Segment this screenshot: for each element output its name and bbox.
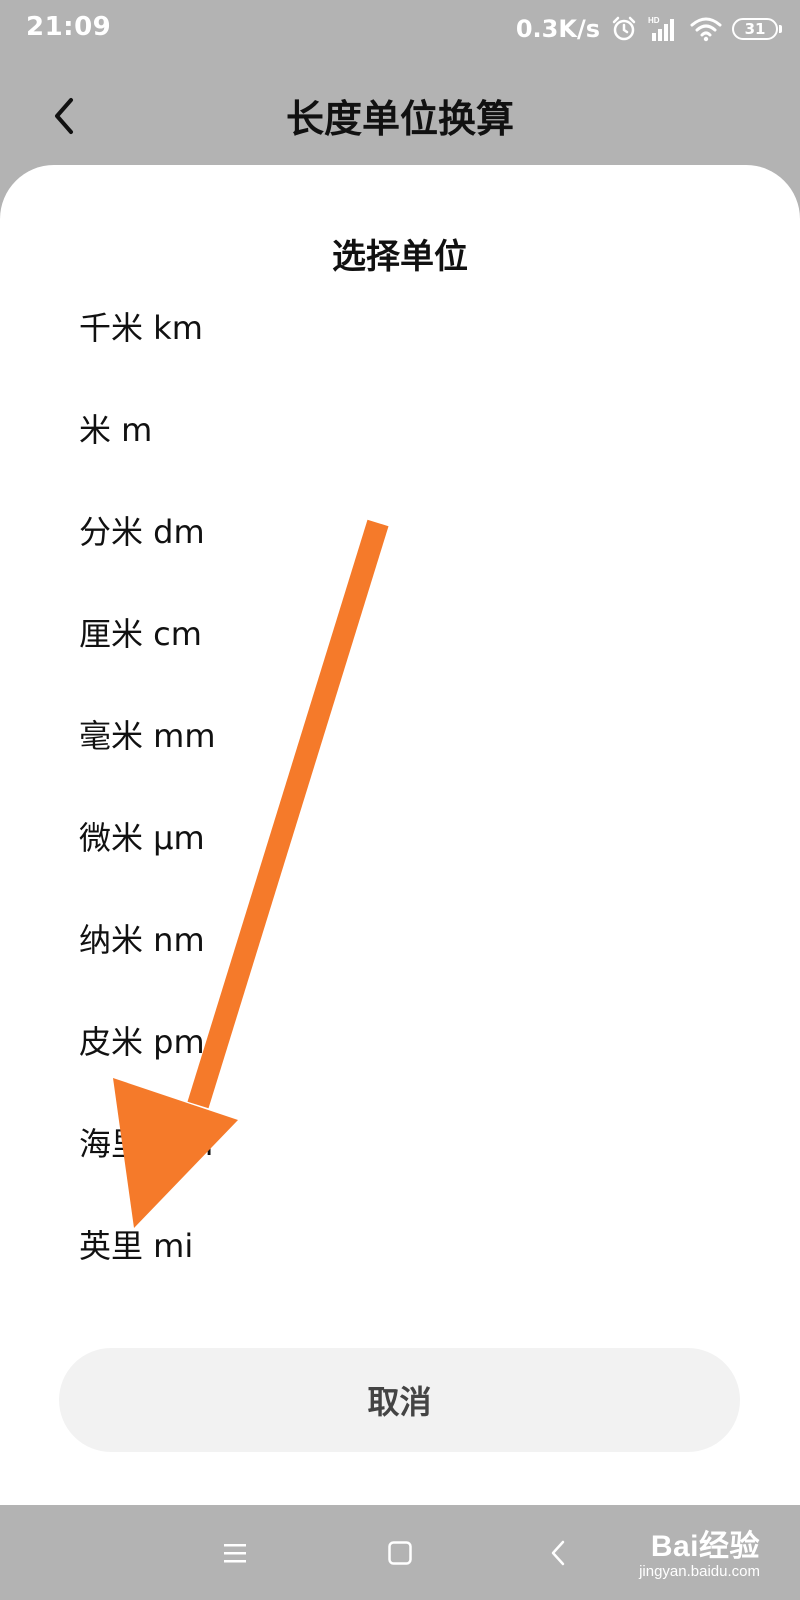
wifi-icon (690, 16, 722, 42)
app-header: 长度单位换算 (0, 68, 800, 164)
battery-level: 31 (744, 20, 766, 38)
unit-item-cm[interactable]: 厘米 cm (0, 581, 800, 683)
hd-label: HD (648, 16, 660, 25)
cancel-button[interactable]: 取消 (59, 1348, 740, 1452)
network-speed: 0.3K/s (515, 15, 600, 43)
watermark: Bai经验 jingyan.baidu.com (639, 1521, 760, 1580)
sheet-title: 选择单位 (332, 237, 468, 277)
battery-icon: 31 (732, 18, 782, 40)
page-title: 长度单位换算 (285, 97, 514, 141)
menu-button[interactable] (209, 1527, 261, 1579)
unit-picker-sheet: 选择单位 千米 km 米 m 分米 dm 厘米 cm 毫米 mm 微米 μm 纳… (0, 165, 800, 1505)
signal-icon: HD (648, 15, 680, 43)
nav-bar: Bai经验 jingyan.baidu.com (0, 1505, 800, 1600)
alarm-icon (610, 15, 638, 43)
watermark-url: jingyan.baidu.com (639, 1563, 760, 1580)
status-bar: 21:09 0.3K/s HD 31 (0, 0, 800, 56)
status-icons: 0.3K/s HD 31 (515, 12, 782, 46)
nav-back-button[interactable] (532, 1527, 584, 1579)
status-time: 21:09 (26, 12, 112, 42)
unit-item-um[interactable]: 微米 μm (0, 785, 800, 887)
unit-item-nmi[interactable]: 海里 nmi (0, 1091, 800, 1193)
unit-item-nm[interactable]: 纳米 nm (0, 887, 800, 989)
watermark-logo: Bai经验 (650, 1530, 760, 1563)
unit-item-dm[interactable]: 分米 dm (0, 479, 800, 581)
unit-item-pm[interactable]: 皮米 pm (0, 989, 800, 1091)
back-icon (551, 1540, 565, 1566)
menu-icon (224, 1544, 246, 1563)
home-button[interactable] (374, 1527, 426, 1579)
unit-list: 千米 km 米 m 分米 dm 厘米 cm 毫米 mm 微米 μm 纳米 nm … (0, 275, 800, 1295)
unit-item-mi[interactable]: 英里 mi (0, 1193, 800, 1295)
unit-item-mm[interactable]: 毫米 mm (0, 683, 800, 785)
unit-item-km[interactable]: 千米 km (0, 275, 800, 377)
unit-item-m[interactable]: 米 m (0, 377, 800, 479)
home-icon (388, 1541, 412, 1565)
